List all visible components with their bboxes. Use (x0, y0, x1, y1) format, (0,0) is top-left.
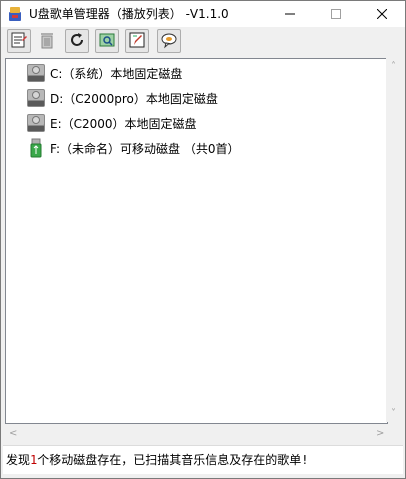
toolbar (1, 27, 405, 57)
refresh-icon (68, 31, 86, 52)
drive-label: C:（系统）本地固定磁盘 (50, 66, 183, 81)
drive-label: F:（未命名）可移动磁盘 （共0首） (50, 141, 240, 156)
edit-text-icon (128, 31, 146, 52)
status-bar: 发现1个移动磁盘存在，已扫描其音乐信息及存在的歌单! (3, 445, 403, 474)
scroll-up-icon[interactable]: ˄ (391, 58, 396, 75)
status-suffix: 个移动磁盘存在，已扫描其音乐信息及存在的歌单! (37, 453, 309, 467)
hard-drive-icon (24, 62, 48, 84)
scan-button[interactable] (95, 29, 119, 53)
status-text: 发现1个移动磁盘存在，已扫描其音乐信息及存在的歌单! (6, 451, 308, 468)
maximize-button[interactable] (313, 1, 359, 27)
delete-icon (38, 31, 56, 52)
usb-drive-icon (24, 137, 48, 159)
drive-item-d[interactable]: D:（C2000pro）本地固定磁盘 (24, 87, 218, 109)
drive-label: E:（C2000）本地固定磁盘 (50, 116, 197, 131)
about-button[interactable] (157, 29, 181, 53)
drive-tree[interactable]: C:（系统）本地固定磁盘 D:（C2000pro）本地固定磁盘 E:（C2000… (5, 58, 388, 424)
status-prefix: 发现 (6, 453, 31, 467)
playlist-edit-icon (10, 31, 28, 52)
refresh-button[interactable] (65, 29, 89, 53)
drive-item-f[interactable]: F:（未命名）可移动磁盘 （共0首） (24, 137, 239, 159)
hard-drive-icon (24, 87, 48, 109)
about-icon (160, 31, 178, 52)
scroll-left-icon[interactable]: < (9, 425, 17, 442)
delete-button[interactable] (35, 29, 59, 53)
scroll-right-icon[interactable]: > (376, 425, 384, 442)
minimize-button[interactable] (267, 1, 313, 27)
title-bar: U盘歌单管理器（播放列表） -V1.1.0 (1, 1, 405, 27)
hard-drive-icon (24, 112, 48, 134)
vertical-scrollbar[interactable]: ˄ ˅ (386, 58, 403, 422)
close-button[interactable] (359, 1, 405, 27)
app-logo-icon (7, 6, 23, 22)
horizontal-scrollbar[interactable]: < > (5, 425, 403, 442)
playlist-edit-button[interactable] (7, 29, 31, 53)
scroll-down-icon[interactable]: ˅ (391, 405, 396, 422)
edit-text-button[interactable] (125, 29, 149, 53)
drive-item-e[interactable]: E:（C2000）本地固定磁盘 (24, 112, 197, 134)
drive-label: D:（C2000pro）本地固定磁盘 (50, 91, 218, 106)
scan-icon (98, 31, 116, 52)
drive-item-c[interactable]: C:（系统）本地固定磁盘 (24, 62, 182, 84)
app-window: U盘歌单管理器（播放列表） -V1.1.0 C:（系统）本地固定磁盘 D:（C2… (0, 0, 406, 479)
window-title: U盘歌单管理器（播放列表） -V1.1.0 (29, 7, 229, 21)
